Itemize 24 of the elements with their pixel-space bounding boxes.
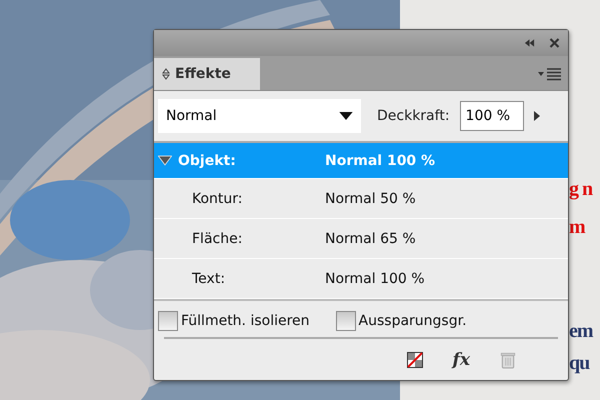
- sort-icon: [162, 68, 170, 80]
- checkbox[interactable]: [336, 311, 356, 331]
- collapse-icon[interactable]: [524, 38, 535, 48]
- document-text: g n: [569, 178, 592, 201]
- document-text: em: [569, 320, 593, 343]
- blend-mode-dropdown[interactable]: Normal: [158, 99, 361, 133]
- document-text: qu: [569, 352, 590, 375]
- checkbox-label: Aussparungsgr.: [358, 313, 467, 329]
- checkbox[interactable]: [158, 311, 178, 331]
- fx-button[interactable]: fx: [452, 350, 470, 370]
- menu-icon[interactable]: [538, 67, 562, 81]
- caret-icon: [339, 112, 353, 120]
- effect-row[interactable]: Kontur: Normal 50 %: [154, 179, 568, 219]
- checkbox-label: Füllmeth. isolieren: [181, 313, 310, 329]
- effects-tab[interactable]: Effekte: [154, 58, 260, 90]
- document-text: m: [569, 216, 585, 239]
- clear-effects-icon[interactable]: [406, 350, 423, 368]
- close-icon[interactable]: [549, 38, 560, 48]
- opacity-label: Deckkraft:: [377, 108, 450, 124]
- arrow-icon[interactable]: [534, 111, 540, 121]
- disclosure-triangle-icon[interactable]: [158, 155, 172, 166]
- effect-row[interactable]: Text: Normal 100 %: [154, 259, 568, 299]
- opacity-field[interactable]: 100 %: [460, 101, 524, 131]
- effect-row[interactable]: Fläche: Normal 65 %: [154, 219, 568, 259]
